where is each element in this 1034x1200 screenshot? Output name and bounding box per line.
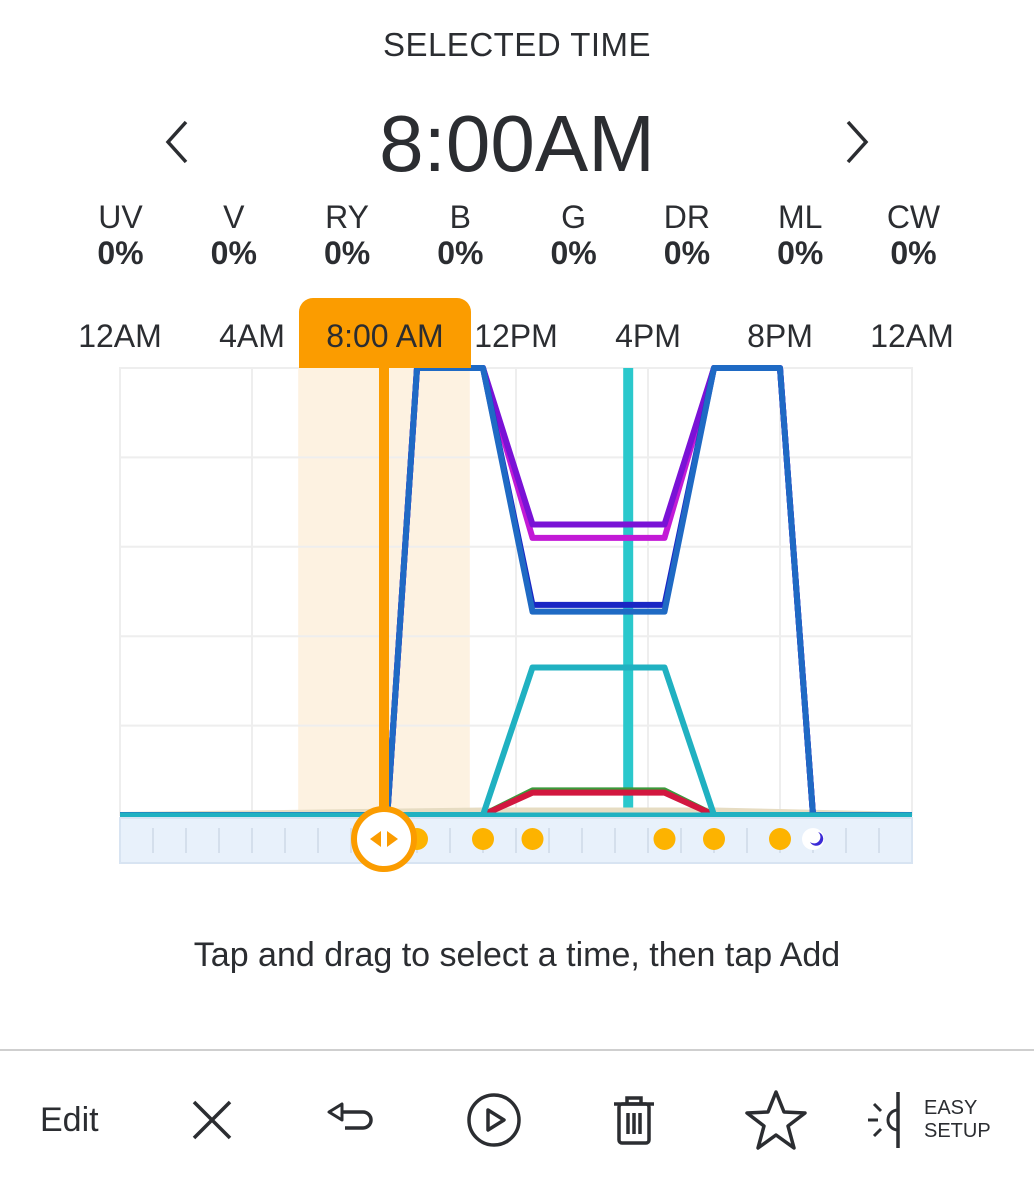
easy-setup-label: EASY SETUP bbox=[924, 1097, 991, 1143]
play-icon bbox=[467, 1093, 521, 1147]
bottom-toolbar: Edit EASY SETUP bbox=[0, 1080, 1034, 1160]
close-icon bbox=[192, 1100, 232, 1140]
schedule-point[interactable] bbox=[769, 828, 791, 850]
easy-setup-line1: EASY bbox=[924, 1097, 978, 1119]
x-axis-labels: 12AM 4AM 12PM 4PM 8PM 12AM bbox=[0, 318, 1034, 362]
x-tick-label: 4PM bbox=[615, 318, 681, 354]
toolbar-divider bbox=[0, 1049, 1034, 1051]
favorite-button[interactable] bbox=[740, 1080, 812, 1160]
delete-button[interactable] bbox=[602, 1080, 666, 1160]
close-button[interactable] bbox=[180, 1080, 244, 1160]
undo-button[interactable] bbox=[320, 1080, 384, 1160]
instruction-text: Tap and drag to select a time, then tap … bbox=[193, 936, 841, 974]
x-tick-label: 4AM bbox=[219, 318, 285, 354]
star-icon bbox=[745, 1090, 807, 1150]
schedule-chart[interactable] bbox=[0, 0, 1034, 900]
undo-icon bbox=[327, 1102, 373, 1130]
trash-icon bbox=[614, 1096, 654, 1145]
x-tick-label: 12PM bbox=[474, 318, 558, 354]
schedule-point[interactable] bbox=[653, 828, 676, 850]
x-tick-label: 8PM bbox=[747, 318, 813, 354]
easy-setup-button[interactable]: EASY SETUP bbox=[866, 1080, 1016, 1160]
easy-setup-line2: SETUP bbox=[924, 1120, 991, 1142]
x-tick-label: 12AM bbox=[870, 318, 954, 354]
schedule-point[interactable] bbox=[521, 828, 544, 850]
play-button[interactable] bbox=[462, 1080, 526, 1160]
drag-handle[interactable] bbox=[351, 806, 417, 872]
schedule-point[interactable] bbox=[703, 828, 725, 850]
x-tick-label: 12AM bbox=[78, 318, 162, 354]
schedule-point[interactable] bbox=[472, 828, 494, 850]
edit-button[interactable]: Edit bbox=[40, 1080, 99, 1160]
light-icon bbox=[868, 1092, 900, 1148]
